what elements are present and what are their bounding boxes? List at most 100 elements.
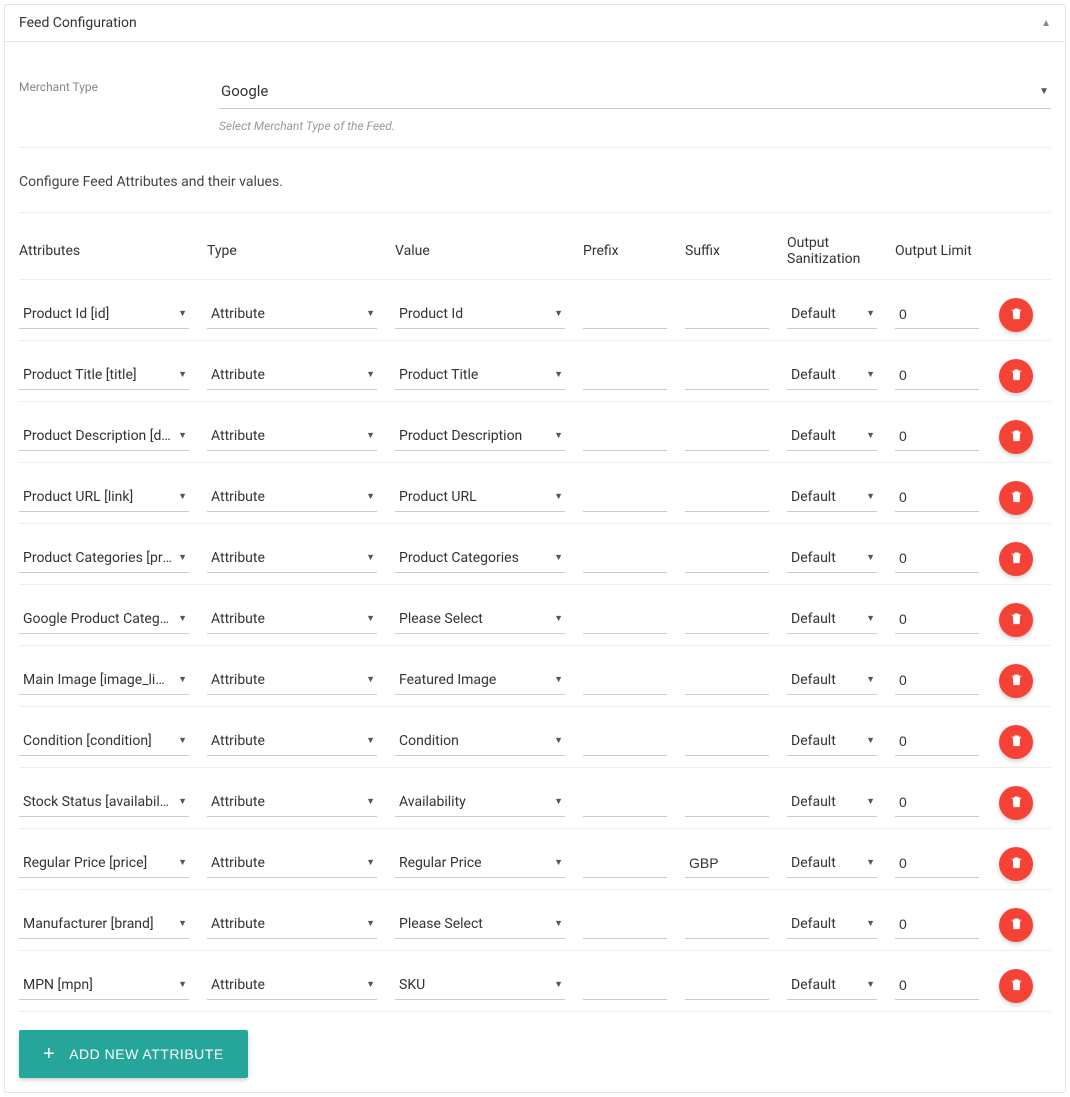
- type-select[interactable]: Attribute▼: [207, 302, 377, 329]
- sanitization-select[interactable]: Default▼: [787, 668, 877, 695]
- output-limit-input[interactable]: [895, 668, 979, 695]
- delete-row-button[interactable]: [999, 725, 1033, 759]
- attribute-select[interactable]: Manufacturer [brand]▼: [19, 912, 189, 939]
- attribute-select[interactable]: Product Title [title]▼: [19, 363, 189, 390]
- suffix-input[interactable]: [685, 851, 769, 878]
- sanitization-select[interactable]: Default▼: [787, 485, 877, 512]
- type-select[interactable]: Attribute▼: [207, 912, 377, 939]
- attribute-select[interactable]: Main Image [image_link]▼: [19, 668, 189, 695]
- value-select[interactable]: Please Select▼: [395, 912, 565, 939]
- attribute-select[interactable]: Regular Price [price]▼: [19, 851, 189, 878]
- suffix-input[interactable]: [685, 363, 769, 390]
- delete-row-button[interactable]: [999, 664, 1033, 698]
- output-limit-input[interactable]: [895, 424, 979, 451]
- attribute-select[interactable]: Condition [condition]▼: [19, 729, 189, 756]
- output-limit-input[interactable]: [895, 546, 979, 573]
- suffix-input[interactable]: [685, 607, 769, 634]
- delete-row-button[interactable]: [999, 481, 1033, 515]
- output-limit-input[interactable]: [895, 851, 979, 878]
- value-select[interactable]: SKU▼: [395, 973, 565, 1000]
- sanitization-select[interactable]: Default▼: [787, 729, 877, 756]
- output-limit-input[interactable]: [895, 912, 979, 939]
- delete-row-button[interactable]: [999, 542, 1033, 576]
- value-select[interactable]: Condition▼: [395, 729, 565, 756]
- type-select[interactable]: Attribute▼: [207, 607, 377, 634]
- output-limit-input[interactable]: [895, 973, 979, 1000]
- prefix-input[interactable]: [583, 729, 667, 756]
- attribute-select[interactable]: Product Description [de…▼: [19, 424, 189, 451]
- attribute-select[interactable]: Product Categories [pro…▼: [19, 546, 189, 573]
- attribute-select[interactable]: Product URL [link]▼: [19, 485, 189, 512]
- panel-header[interactable]: Feed Configuration ▲: [5, 5, 1065, 42]
- suffix-input[interactable]: [685, 790, 769, 817]
- value-select[interactable]: Please Select▼: [395, 607, 565, 634]
- value-select[interactable]: Regular Price▼: [395, 851, 565, 878]
- sanitization-select[interactable]: Default▼: [787, 851, 877, 878]
- delete-row-button[interactable]: [999, 969, 1033, 1003]
- sanitization-select[interactable]: Default▼: [787, 607, 877, 634]
- delete-row-button[interactable]: [999, 603, 1033, 637]
- prefix-input[interactable]: [583, 851, 667, 878]
- attribute-select[interactable]: Stock Status [availability]▼: [19, 790, 189, 817]
- sanitization-select[interactable]: Default▼: [787, 546, 877, 573]
- type-select[interactable]: Attribute▼: [207, 729, 377, 756]
- suffix-input[interactable]: [685, 668, 769, 695]
- delete-row-button[interactable]: [999, 786, 1033, 820]
- prefix-input[interactable]: [583, 607, 667, 634]
- suffix-input[interactable]: [685, 973, 769, 1000]
- prefix-input[interactable]: [583, 363, 667, 390]
- sanitization-select[interactable]: Default▼: [787, 424, 877, 451]
- value-select[interactable]: Availability▼: [395, 790, 565, 817]
- sanitization-select[interactable]: Default▼: [787, 973, 877, 1000]
- type-select[interactable]: Attribute▼: [207, 363, 377, 390]
- type-select[interactable]: Attribute▼: [207, 485, 377, 512]
- suffix-input[interactable]: [685, 485, 769, 512]
- value-select[interactable]: Product Description▼: [395, 424, 565, 451]
- delete-row-button[interactable]: [999, 298, 1033, 332]
- type-select[interactable]: Attribute▼: [207, 790, 377, 817]
- add-new-attribute-button[interactable]: + ADD NEW ATTRIBUTE: [19, 1030, 248, 1078]
- type-select[interactable]: Attribute▼: [207, 668, 377, 695]
- output-limit-input[interactable]: [895, 607, 979, 634]
- sanitization-select[interactable]: Default▼: [787, 790, 877, 817]
- type-select[interactable]: Attribute▼: [207, 973, 377, 1000]
- value-select[interactable]: Product Title▼: [395, 363, 565, 390]
- type-select[interactable]: Attribute▼: [207, 424, 377, 451]
- output-limit-input[interactable]: [895, 302, 979, 329]
- prefix-input[interactable]: [583, 912, 667, 939]
- attribute-select[interactable]: MPN [mpn]▼: [19, 973, 189, 1000]
- attribute-select[interactable]: Google Product Categor…▼: [19, 607, 189, 634]
- suffix-input[interactable]: [685, 302, 769, 329]
- output-limit-input[interactable]: [895, 790, 979, 817]
- value-select[interactable]: Product Id▼: [395, 302, 565, 329]
- delete-row-button[interactable]: [999, 908, 1033, 942]
- value-select[interactable]: Product URL▼: [395, 485, 565, 512]
- suffix-input[interactable]: [685, 546, 769, 573]
- output-limit-input[interactable]: [895, 485, 979, 512]
- sanitization-select[interactable]: Default▼: [787, 912, 877, 939]
- output-limit-input[interactable]: [895, 729, 979, 756]
- type-select[interactable]: Attribute▼: [207, 851, 377, 878]
- value-select[interactable]: Featured Image▼: [395, 668, 565, 695]
- prefix-input[interactable]: [583, 302, 667, 329]
- attribute-value: Product Description [de…: [23, 428, 172, 444]
- sanitization-select[interactable]: Default▼: [787, 363, 877, 390]
- sanitization-select[interactable]: Default▼: [787, 302, 877, 329]
- output-limit-input[interactable]: [895, 363, 979, 390]
- delete-row-button[interactable]: [999, 847, 1033, 881]
- prefix-input[interactable]: [583, 790, 667, 817]
- suffix-input[interactable]: [685, 912, 769, 939]
- type-select[interactable]: Attribute▼: [207, 546, 377, 573]
- merchant-type-select[interactable]: Google ▼: [219, 76, 1051, 109]
- delete-row-button[interactable]: [999, 420, 1033, 454]
- prefix-input[interactable]: [583, 973, 667, 1000]
- suffix-input[interactable]: [685, 729, 769, 756]
- value-select[interactable]: Product Categories▼: [395, 546, 565, 573]
- prefix-input[interactable]: [583, 424, 667, 451]
- delete-row-button[interactable]: [999, 359, 1033, 393]
- prefix-input[interactable]: [583, 485, 667, 512]
- suffix-input[interactable]: [685, 424, 769, 451]
- prefix-input[interactable]: [583, 668, 667, 695]
- prefix-input[interactable]: [583, 546, 667, 573]
- attribute-select[interactable]: Product Id [id]▼: [19, 302, 189, 329]
